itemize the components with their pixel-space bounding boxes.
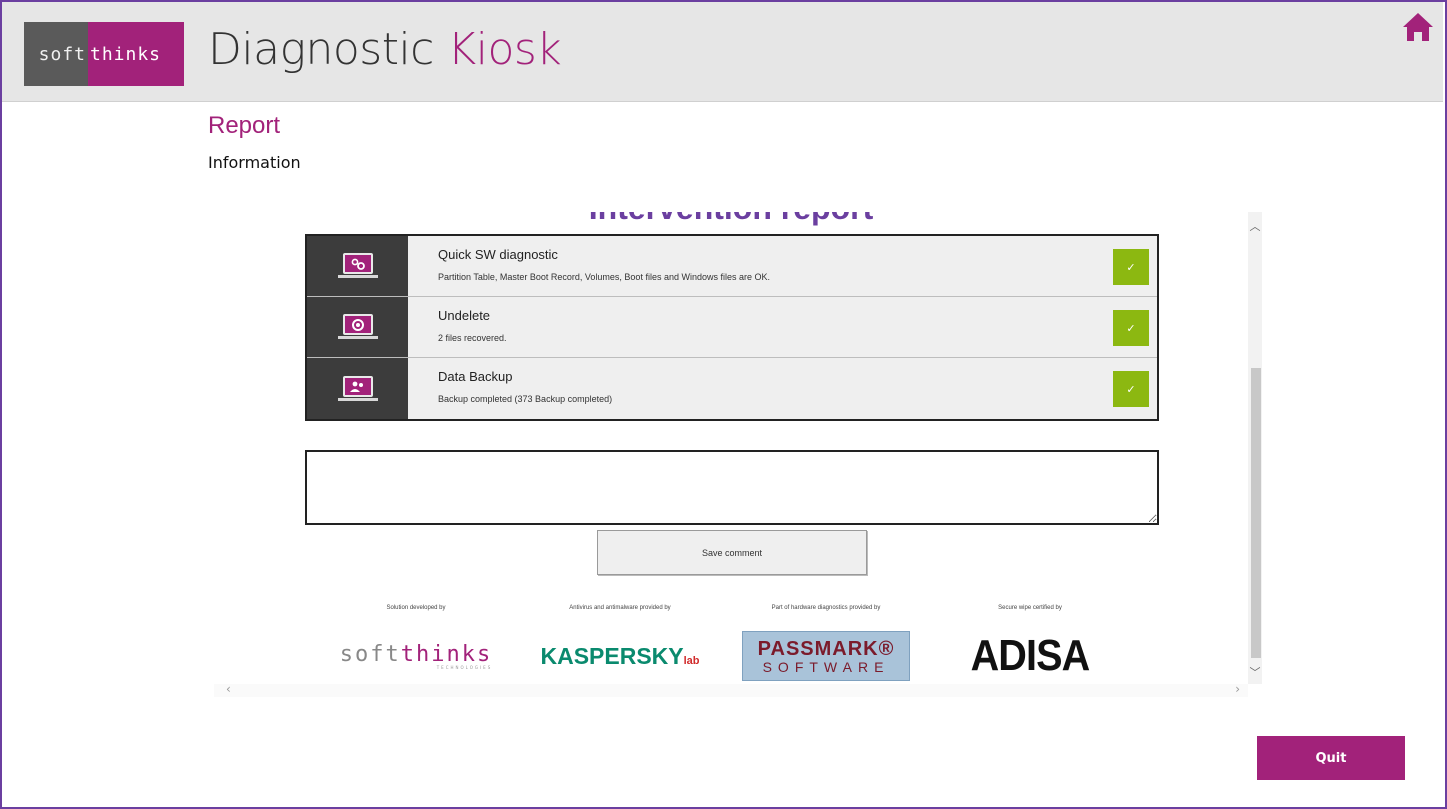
credit-caption: Part of hardware diagnostics provided by: [771, 605, 881, 611]
results-table: Quick SW diagnostic Partition Table, Mas…: [305, 234, 1159, 421]
vertical-scrollbar[interactable]: ︿ ﹀: [1248, 212, 1262, 684]
app-title-accent: Kiosk: [447, 24, 562, 75]
row-icon-cell: [307, 236, 408, 296]
quit-button[interactable]: Quit: [1257, 736, 1405, 780]
credit-passmark: Part of hardware diagnostics provided by…: [726, 605, 926, 681]
page-title: Report: [208, 112, 281, 139]
credits-section: Solution developed by softthinks TECHNOL…: [214, 605, 1248, 685]
page-subtitle: Information: [208, 153, 301, 172]
save-comment-button[interactable]: Save comment: [597, 530, 867, 575]
row-icon-cell: [307, 358, 408, 419]
logo-right: thinks: [88, 22, 184, 86]
passmark-logo: PASSMARK® SOFTWARE: [726, 631, 926, 681]
row-title: Quick SW diagnostic: [438, 247, 558, 262]
kaspersky-logo: KASPERSKYlab: [540, 642, 700, 669]
scroll-right-icon[interactable]: ›: [1235, 682, 1240, 696]
row-description: 2 files recovered.: [438, 333, 507, 343]
home-button[interactable]: [1401, 10, 1435, 44]
app-title: Diagnostic Kiosk: [208, 24, 562, 75]
credit-caption: Antivirus and antimalware provided by: [569, 605, 671, 611]
scroll-down-icon[interactable]: ﹀: [1248, 664, 1262, 680]
credit-caption: Secure wipe certified by: [998, 605, 1062, 611]
app-title-main: Diagnostic: [208, 24, 434, 75]
scroll-up-icon[interactable]: ︿: [1248, 218, 1262, 234]
row-title: Undelete: [438, 308, 491, 323]
scroll-thumb[interactable]: [1251, 368, 1261, 658]
gears-icon: [337, 253, 378, 279]
status-check-icon: ✓: [1113, 249, 1149, 285]
status-check-icon: ✓: [1113, 310, 1149, 346]
row-description: Partition Table, Master Boot Record, Vol…: [438, 272, 770, 282]
softthinks-technologies-logo: softthinks TECHNOLOGIES: [339, 642, 493, 670]
credit-kaspersky: Antivirus and antimalware provided by KA…: [520, 605, 720, 681]
result-row: Data Backup Backup completed (373 Backup…: [307, 358, 1157, 419]
result-row: Quick SW diagnostic Partition Table, Mas…: [307, 236, 1157, 297]
horizontal-scrollbar[interactable]: ‹ ›: [214, 682, 1248, 697]
credit-adisa: Secure wipe certified by ADISA: [930, 605, 1130, 681]
softthinks-logo: soft thinks: [24, 22, 184, 86]
comment-field[interactable]: [305, 450, 1159, 525]
result-row: Undelete 2 files recovered. ✓: [307, 297, 1157, 358]
header-bar: soft thinks Diagnostic Kiosk: [2, 2, 1443, 102]
report-viewer[interactable]: Intervention report Quick SW diagnostic …: [214, 212, 1262, 697]
scroll-left-icon[interactable]: ‹: [226, 682, 231, 696]
undelete-icon: [337, 314, 378, 340]
home-icon: [1403, 13, 1433, 41]
logo-left: soft: [24, 22, 88, 86]
report-heading: Intervention report: [214, 212, 1248, 227]
row-description: Backup completed (373 Backup completed): [438, 394, 613, 404]
credit-softthinks: Solution developed by softthinks TECHNOL…: [316, 605, 516, 681]
row-title: Data Backup: [438, 369, 513, 384]
status-check-icon: ✓: [1113, 371, 1149, 407]
adisa-logo: ADISA: [970, 631, 1091, 680]
credit-caption: Solution developed by: [386, 605, 446, 611]
row-icon-cell: [307, 297, 408, 357]
backup-icon: [337, 375, 378, 402]
